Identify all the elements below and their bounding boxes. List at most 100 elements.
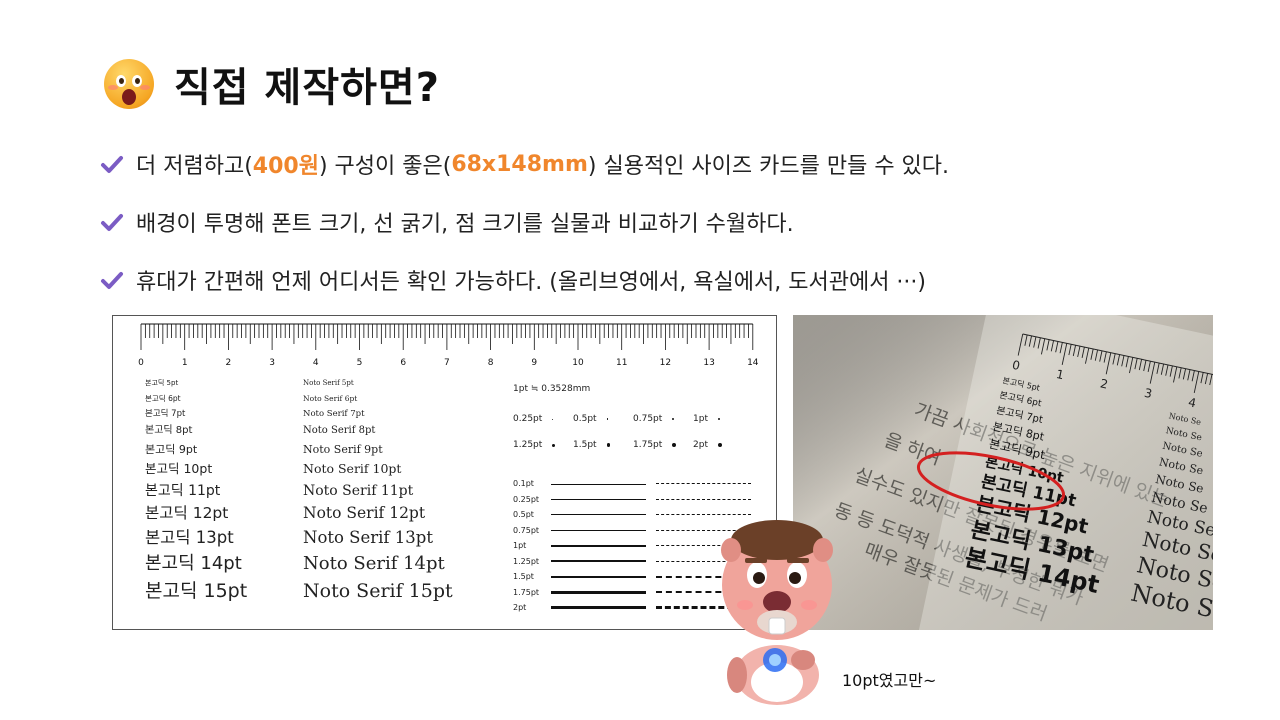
dot-mark — [606, 443, 611, 447]
size-card-image: 0 1 2 3 4 5 6 7 8 9 10 11 12 13 14 본고딕 5pt 본고딕 6pt 본고딕 7… — [112, 315, 777, 630]
serif-sample: Noto Serif 15pt — [303, 580, 453, 602]
check-icon — [101, 214, 123, 231]
line-label: 1pt — [513, 541, 527, 551]
dot-label: 0.5pt — [573, 414, 597, 424]
solid-line — [551, 606, 646, 610]
ruler-number: 5 — [357, 358, 363, 368]
dot-sample: 0.5pt — [573, 414, 633, 424]
dot-label: 1.25pt — [513, 440, 543, 450]
dot-label: 0.25pt — [513, 414, 543, 424]
ruler-number: 8 — [488, 358, 494, 368]
solid-line — [551, 545, 646, 547]
line-label: 1.75pt — [513, 587, 540, 597]
line-label: 0.5pt — [513, 510, 534, 520]
dot-mark — [672, 443, 677, 447]
beaver-mascot — [721, 520, 833, 705]
title-row: 직접 제작하면? — [104, 54, 440, 114]
dot-sample: 1.5pt — [573, 440, 633, 450]
dot-mark — [606, 418, 609, 420]
bullet-1-text-mid: ) 구성이 좋은( — [318, 154, 452, 179]
sans-sample: 본고딕 14pt — [145, 553, 242, 574]
dashed-line — [656, 498, 751, 500]
serif-sample: Noto Serif 9pt — [303, 443, 383, 456]
dot-label: 0.75pt — [633, 414, 663, 424]
sans-sample: 본고딕 6pt — [145, 394, 181, 403]
dot-mark — [717, 417, 721, 421]
solid-line — [551, 590, 646, 594]
ruler-number: 0 — [138, 358, 144, 368]
dot-sample: 1.25pt — [513, 440, 573, 450]
sans-sample: 본고딕 15pt — [145, 580, 248, 602]
line-sample-row: 0.25pt — [513, 492, 751, 508]
sans-sample: 본고딕 8pt — [145, 425, 193, 436]
sans-sample: 본고딕 11pt — [145, 483, 221, 499]
line-label: 2pt — [513, 603, 527, 613]
ruler-number: 12 — [660, 358, 671, 368]
line-label: 1.5pt — [513, 572, 534, 582]
ruler-number: 4 — [313, 358, 319, 368]
mascot-caption: 10pt였고만~ — [842, 671, 937, 690]
dot-label: 1pt — [693, 414, 708, 424]
bullet-3: 휴대가 간편해 언제 어디서든 확인 가능하다. (올리브영에서, 욕실에서, … — [100, 264, 926, 296]
line-sample-row: 0.1pt — [513, 476, 751, 492]
serif-sample: Noto Serif 13pt — [303, 528, 433, 547]
check-icon — [101, 156, 123, 173]
sans-sample: 본고딕 13pt — [145, 528, 234, 547]
pt-conversion: 1pt ≒ 0.3528mm — [513, 384, 591, 394]
serif-sample: Noto Serif 14pt — [303, 553, 445, 574]
dot-size-row-2: 1.25pt 1.5pt 1.75pt 2pt — [513, 440, 753, 450]
dot-size-row-1: 0.25pt 0.5pt 0.75pt 1pt — [513, 414, 753, 424]
bullet-1-text-post: ) 실용적인 사이즈 카드를 만들 수 있다. — [587, 154, 950, 179]
ruler-number: 13 — [703, 358, 714, 368]
ruler-number: 1 — [182, 358, 188, 368]
sans-sample: 본고딕 7pt — [145, 409, 186, 419]
ruler: 0 1 2 3 4 5 6 7 8 9 10 11 12 13 14 — [138, 323, 759, 368]
dot-mark — [672, 418, 675, 420]
solid-line — [551, 575, 646, 578]
serif-sample: Noto Serif 6pt — [303, 394, 358, 403]
dot-sample: 1.75pt — [633, 440, 693, 450]
solid-line — [551, 514, 646, 516]
ruler-number: 3 — [269, 358, 275, 368]
dot-sample: 2pt — [693, 440, 753, 450]
photo-illustration: 가끔 사회적으로 높은 지위에 있는을 하여실수도 있지만 잘못된 경우를 보면… — [793, 315, 1213, 630]
dot-label: 1.5pt — [573, 440, 597, 450]
serif-sample: Noto Serif 5pt — [303, 379, 354, 387]
page-title: 직접 제작하면? — [174, 65, 440, 111]
ruler-number: 10 — [572, 358, 584, 368]
bullet-2: 배경이 투명해 폰트 크기, 선 굵기, 점 크기를 실물과 비교하기 수월하다… — [100, 206, 794, 238]
sans-sample: 본고딕 5pt — [145, 379, 179, 387]
sans-sample: 본고딕 9pt — [145, 443, 198, 456]
ruler-number: 2 — [226, 358, 232, 368]
ruler-number: 11 — [616, 358, 627, 368]
solid-line — [551, 560, 646, 563]
sans-sample: 본고딕 12pt — [145, 504, 229, 522]
serif-sample: Noto Serif 12pt — [303, 504, 426, 522]
bullet-3-text: 휴대가 간편해 언제 어디서든 확인 가능하다. (올리브영에서, 욕실에서, … — [136, 270, 926, 295]
dot-label: 2pt — [693, 440, 708, 450]
solid-line — [551, 529, 646, 531]
check-icon — [101, 272, 123, 289]
dot-mark — [717, 442, 723, 448]
bullet-1: 더 저렴하고(400원) 구성이 좋은(68x148mm) 실용적인 사이즈 카… — [100, 148, 949, 180]
ruler-number: 9 — [531, 358, 537, 368]
serif-sample: Noto Serif 7pt — [303, 409, 365, 419]
bullet-1-size: 68x148mm — [451, 151, 588, 177]
line-label: 0.25pt — [513, 494, 540, 504]
serif-sample: Noto Serif 8pt — [303, 425, 376, 436]
bullet-2-text: 배경이 투명해 폰트 크기, 선 굵기, 점 크기를 실물과 비교하기 수월하다… — [136, 212, 794, 237]
dot-sample: 0.75pt — [633, 414, 693, 424]
dot-label: 1.75pt — [633, 440, 663, 450]
ruler-number: 7 — [444, 358, 450, 368]
dot-mark — [552, 418, 554, 420]
card-on-book-photo: 가끔 사회적으로 높은 지위에 있는 을 하여 실수도 있지만 잘못된 경우를 보면… — [793, 315, 1213, 630]
ruler-number: 14 — [747, 358, 759, 368]
serif-sample: Noto Serif 10pt — [303, 461, 402, 476]
ruler-number: 6 — [400, 358, 406, 368]
line-label: 0.75pt — [513, 525, 540, 535]
dot-sample: 0.25pt — [513, 414, 573, 424]
line-label: 1.25pt — [513, 556, 540, 566]
bullet-1-price: 400원 — [252, 154, 319, 179]
dot-mark — [552, 443, 556, 447]
dot-sample: 1pt — [693, 414, 753, 424]
